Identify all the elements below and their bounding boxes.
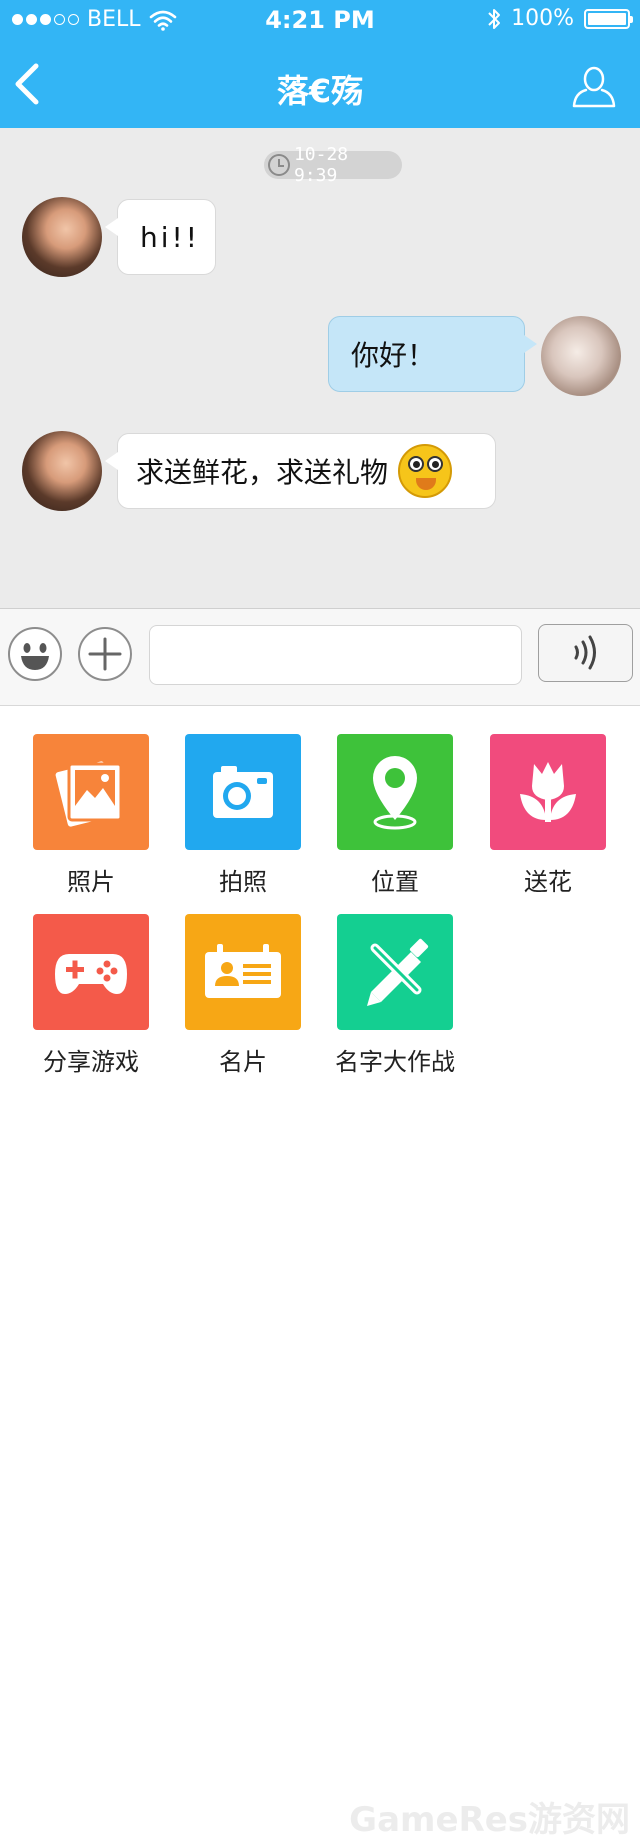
input-bar [0,608,640,706]
emoji-button[interactable] [8,627,62,681]
tulip-icon [520,762,576,822]
voice-wave-icon [574,635,596,670]
photo-tile[interactable] [33,734,149,850]
action-share-game[interactable]: 分享游戏 [13,914,153,1076]
action-label: 位置 [371,868,419,896]
location-tile[interactable] [337,734,453,850]
user-icon [572,66,616,108]
contact-avatar[interactable] [22,431,102,511]
plus-icon [88,637,122,671]
action-send-flower[interactable]: 送花 [470,734,610,896]
clock-icon [268,154,290,176]
message-bubble-incoming[interactable]: hi!! [105,199,216,275]
action-panel: 照片 拍照 位置 送花 分享游戏 名片 名字大作战 GameRes游资网 [0,706,640,1840]
my-avatar[interactable] [541,316,621,396]
more-button[interactable] [78,627,132,681]
action-label: 分享游戏 [43,1048,139,1076]
message-text: 你好！ [351,339,436,372]
status-right: 100% [487,6,633,31]
photo-icon [55,761,123,827]
action-label: 照片 [67,868,115,896]
message-bubble-outgoing[interactable]: 你好！ [328,316,537,392]
profile-button[interactable] [570,62,618,110]
chat-title: 落€殇 [276,72,364,110]
action-label: 拍照 [219,868,267,896]
chat-area[interactable]: 10-28 9:39 hi!! 你好！ 求送鲜花，求送礼物 [0,128,640,608]
timestamp-text: 10-28 9:39 [293,144,349,186]
location-pin-icon [373,756,417,830]
message-bubble-incoming[interactable]: 求送鲜花，求送礼物 [105,433,496,509]
contact-avatar[interactable] [22,197,102,277]
action-business-card[interactable]: 名片 [165,914,305,1076]
action-label: 名字大作战 [335,1048,455,1076]
battery-percent: 100% [511,6,574,31]
message-text: 求送鲜花，求送礼物 [136,456,389,489]
action-photo[interactable]: 照片 [13,734,153,896]
nav-bar: 落€殇 [0,40,640,128]
message-text: hi!! [140,220,200,254]
camera-tile[interactable] [185,734,301,850]
gamepad-icon [55,954,127,994]
blushing-face-emoji [398,444,453,498]
smiley-icon [21,643,49,670]
action-location[interactable]: 位置 [317,734,457,896]
status-bar: BELL 4:21 PM 100% [0,0,640,40]
action-label: 送花 [524,868,572,896]
battery-icon [584,8,633,29]
name-battle-tile[interactable] [337,914,453,1030]
id-card-icon [205,944,281,998]
voice-button[interactable] [538,624,633,682]
watermark: GameRes游资网 [349,1800,630,1840]
flower-tile[interactable] [490,734,606,850]
message-input[interactable] [149,625,522,685]
action-camera[interactable]: 拍照 [165,734,305,896]
battery-level [588,12,626,25]
bluetooth-icon [488,8,501,29]
timestamp-badge: 10-28 9:39 [264,144,402,186]
action-name-battle[interactable]: 名字大作战 [317,914,457,1076]
game-tile[interactable] [33,914,149,1030]
pencil-icon [367,938,429,1006]
camera-icon [213,766,273,818]
action-label: 名片 [219,1048,267,1076]
card-tile[interactable] [185,914,301,1030]
